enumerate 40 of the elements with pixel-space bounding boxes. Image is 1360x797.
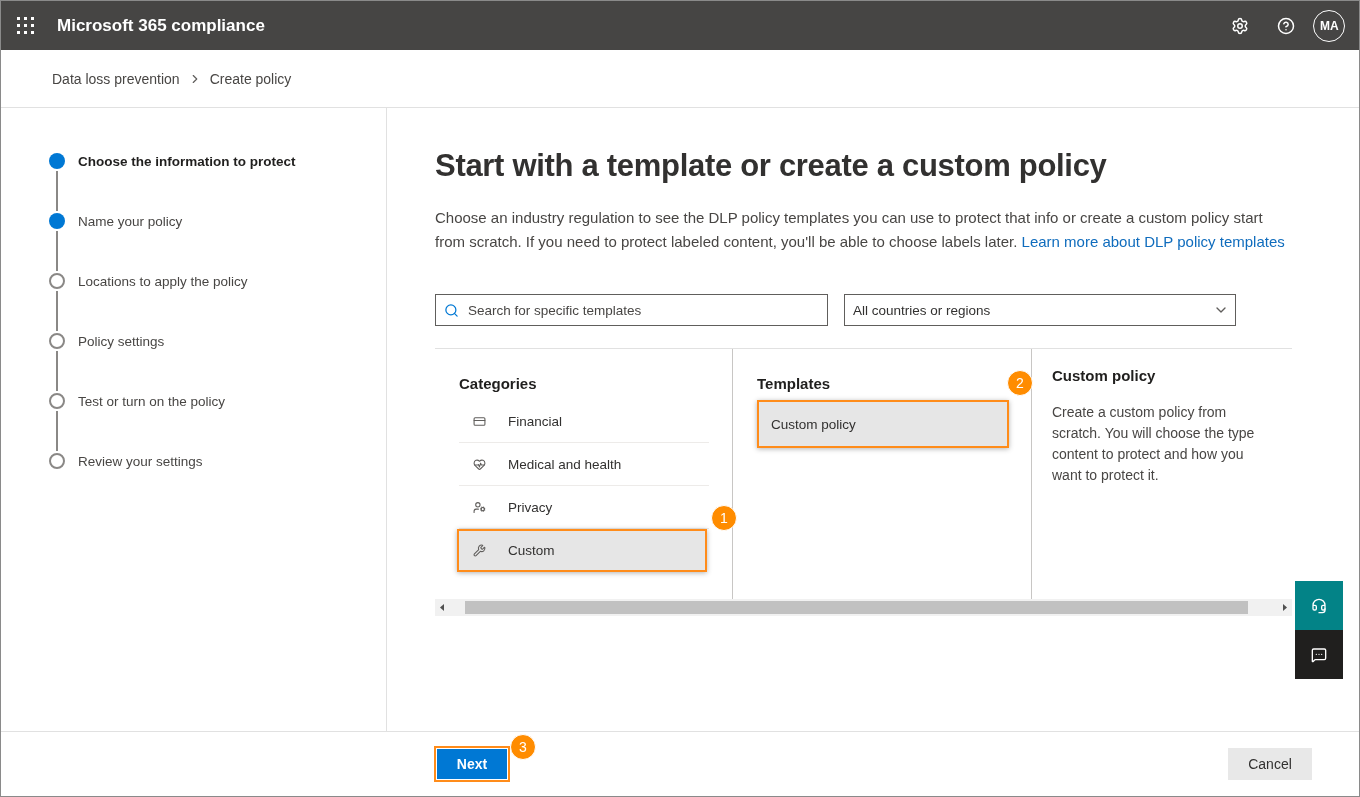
person-icon bbox=[473, 500, 486, 514]
feedback-icon[interactable] bbox=[1295, 630, 1343, 679]
detail-heading: Custom policy bbox=[1052, 367, 1157, 384]
learn-more-link[interactable]: Learn more about DLP policy templates bbox=[1021, 233, 1285, 250]
help-icon[interactable] bbox=[1277, 16, 1295, 35]
app-launcher-icon[interactable] bbox=[17, 16, 35, 35]
detail-text: want to protect it. bbox=[1052, 466, 1160, 485]
callout-badge: 2 bbox=[1007, 370, 1033, 396]
heart-icon bbox=[473, 457, 486, 471]
column-heading: Templates bbox=[757, 375, 831, 392]
region-dropdown[interactable]: All countries or regions bbox=[844, 294, 1236, 326]
page-heading: Start with a template or create a custom policy bbox=[435, 148, 1108, 184]
horizontal-scrollbar[interactable] bbox=[435, 599, 1292, 616]
step-label: Policy settings bbox=[78, 333, 165, 349]
next-button[interactable]: Next bbox=[434, 746, 510, 782]
search-icon bbox=[444, 303, 459, 318]
category-item[interactable]: Custom bbox=[457, 529, 707, 572]
search-field[interactable]: Search for specific templates bbox=[435, 294, 828, 326]
description-text: Choose an industry regulation to see the DLP policy templates you can use to protect that info or create a custom policy start from scratch. If you need to protect labeled content, you'll be able to choose labels later. Learn more about DLP policy templates bbox=[435, 208, 1286, 252]
step-label: Review your settings bbox=[78, 453, 203, 469]
settings-icon[interactable] bbox=[1231, 16, 1249, 35]
cards-icon bbox=[473, 414, 486, 428]
template-item[interactable]: Custom policy bbox=[757, 400, 1009, 448]
app-title: Microsoft 365 compliance bbox=[57, 15, 266, 36]
callout-badge: 1 bbox=[711, 505, 737, 531]
step-label: Test or turn on the policy bbox=[78, 393, 226, 409]
detail-text: Create a custom policy from bbox=[1052, 403, 1228, 422]
cancel-button[interactable]: Cancel bbox=[1228, 748, 1312, 780]
step-label: Choose the information to protect bbox=[78, 153, 296, 169]
step-label: Name your policy bbox=[78, 213, 183, 229]
step-label: Locations to apply the policy bbox=[78, 273, 248, 289]
breadcrumb-link[interactable]: Data loss prevention bbox=[52, 70, 180, 87]
wrench-icon bbox=[473, 544, 486, 557]
breadcrumb-link[interactable]: Create policy bbox=[209, 70, 292, 87]
right-arrow-icon bbox=[1283, 604, 1287, 611]
left-arrow-icon bbox=[440, 604, 444, 611]
callout-badge: 3 bbox=[510, 734, 536, 760]
column-heading: Categories bbox=[459, 375, 537, 392]
detail-text: content to protect and how you bbox=[1052, 445, 1245, 464]
detail-text: scratch. You will choose the type bbox=[1052, 424, 1256, 443]
